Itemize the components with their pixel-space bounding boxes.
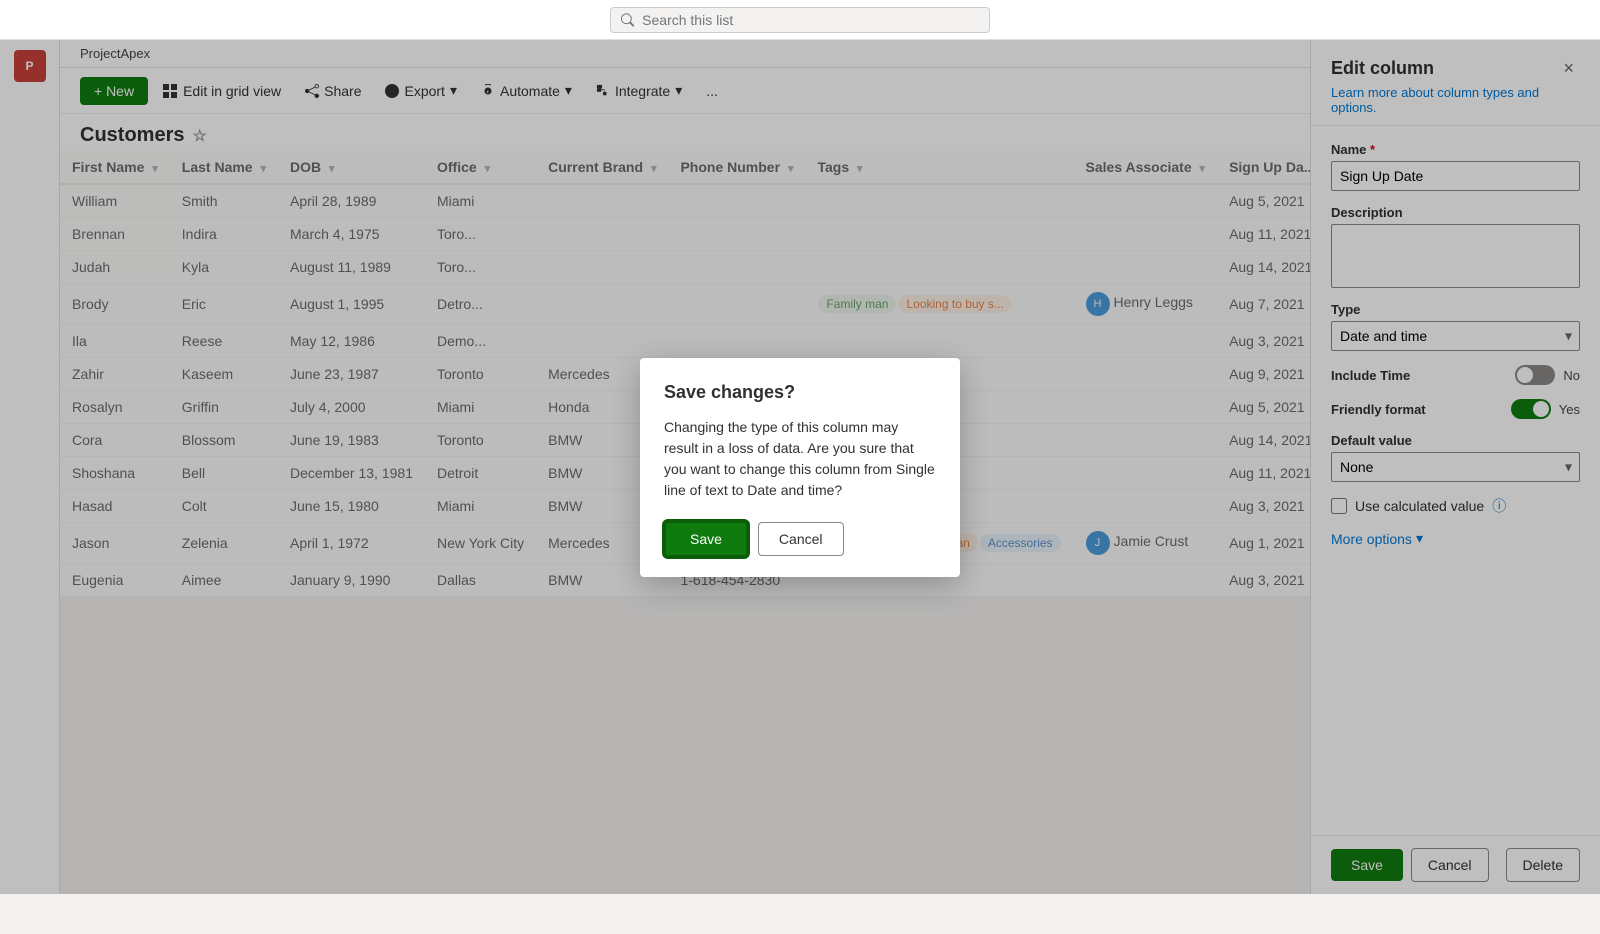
search-icon xyxy=(621,13,634,27)
dialog-cancel-button[interactable]: Cancel xyxy=(758,522,844,556)
dialog-body: Changing the type of this column may res… xyxy=(664,417,936,501)
modal-overlay: Save changes? Changing the type of this … xyxy=(0,40,1600,894)
dialog-actions: Save Cancel xyxy=(664,521,936,557)
dialog-title: Save changes? xyxy=(664,382,936,403)
dialog-save-button[interactable]: Save xyxy=(664,521,748,557)
save-changes-dialog: Save changes? Changing the type of this … xyxy=(640,358,960,577)
search-box[interactable] xyxy=(610,7,990,33)
search-input[interactable] xyxy=(642,12,979,28)
top-bar xyxy=(0,0,1600,40)
